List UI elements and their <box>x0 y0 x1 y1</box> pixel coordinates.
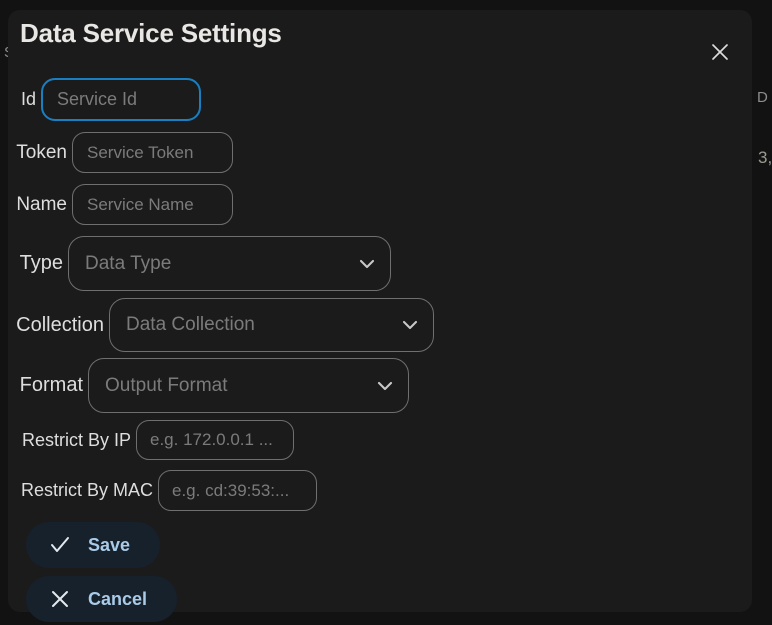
background-text-fragment-right-bottom: 3, <box>758 148 772 167</box>
save-button[interactable]: Save <box>26 522 161 568</box>
cancel-button-label: Cancel <box>88 588 148 609</box>
screen: S D 3, Data Service Settings Id Service … <box>0 0 772 625</box>
restrict-by-ip-input[interactable]: e.g. 172.0.0.1 ... <box>136 420 294 460</box>
label-id: Id <box>20 89 36 109</box>
x-icon <box>48 587 72 611</box>
field-row-restrict-by-ip: Restrict By IP e.g. 172.0.0.1 ... <box>12 420 294 460</box>
field-row-restrict-by-mac: Restrict By MAC e.g. cd:39:53:... <box>12 470 317 511</box>
background-text-fragment-right-top: D <box>757 89 768 106</box>
data-service-settings-dialog: Data Service Settings Id Service Id Toke… <box>8 10 752 622</box>
label-name: Name <box>16 193 67 215</box>
data-type-placeholder: Data Type <box>85 252 172 274</box>
data-collection-select[interactable]: Data Collection <box>109 298 434 352</box>
settings-form: Id Service Id Token Service Token Name S… <box>8 60 752 622</box>
output-format-select[interactable]: Output Format <box>88 358 409 413</box>
label-collection: Collection <box>16 313 104 336</box>
label-format: Format <box>19 374 83 396</box>
service-id-placeholder: Service Id <box>57 89 138 109</box>
check-icon <box>48 533 72 557</box>
service-token-placeholder: Service Token <box>87 142 194 162</box>
label-restrict-by-mac: Restrict By MAC <box>20 480 153 500</box>
service-name-placeholder: Service Name <box>87 194 194 214</box>
label-type: Type <box>19 252 63 274</box>
data-collection-placeholder: Data Collection <box>126 314 255 335</box>
save-button-label: Save <box>88 534 131 555</box>
service-name-input[interactable]: Service Name <box>72 184 233 225</box>
chevron-down-icon <box>375 376 395 396</box>
field-row-format: Format Output Format <box>12 358 409 413</box>
field-row-name: Name Service Name <box>12 184 233 225</box>
field-row-collection: Collection Data Collection <box>12 298 434 352</box>
restrict-by-mac-placeholder: e.g. cd:39:53:... <box>172 480 290 500</box>
data-type-select[interactable]: Data Type <box>68 236 391 291</box>
output-format-placeholder: Output Format <box>105 374 228 396</box>
chevron-down-icon <box>400 315 420 335</box>
field-row-type: Type Data Type <box>12 236 391 291</box>
field-row-id: Id Service Id <box>12 78 201 121</box>
chevron-down-icon <box>357 254 377 274</box>
restrict-by-ip-placeholder: e.g. 172.0.0.1 ... <box>150 430 273 449</box>
restrict-by-mac-input[interactable]: e.g. cd:39:53:... <box>158 470 317 511</box>
cancel-button[interactable]: Cancel <box>26 576 178 622</box>
dialog-title: Data Service Settings <box>20 18 282 48</box>
label-token: Token <box>16 141 67 163</box>
service-token-input[interactable]: Service Token <box>72 132 233 173</box>
service-id-input[interactable]: Service Id <box>41 78 201 121</box>
field-row-token: Token Service Token <box>12 132 233 173</box>
label-restrict-by-ip: Restrict By IP <box>21 429 131 450</box>
